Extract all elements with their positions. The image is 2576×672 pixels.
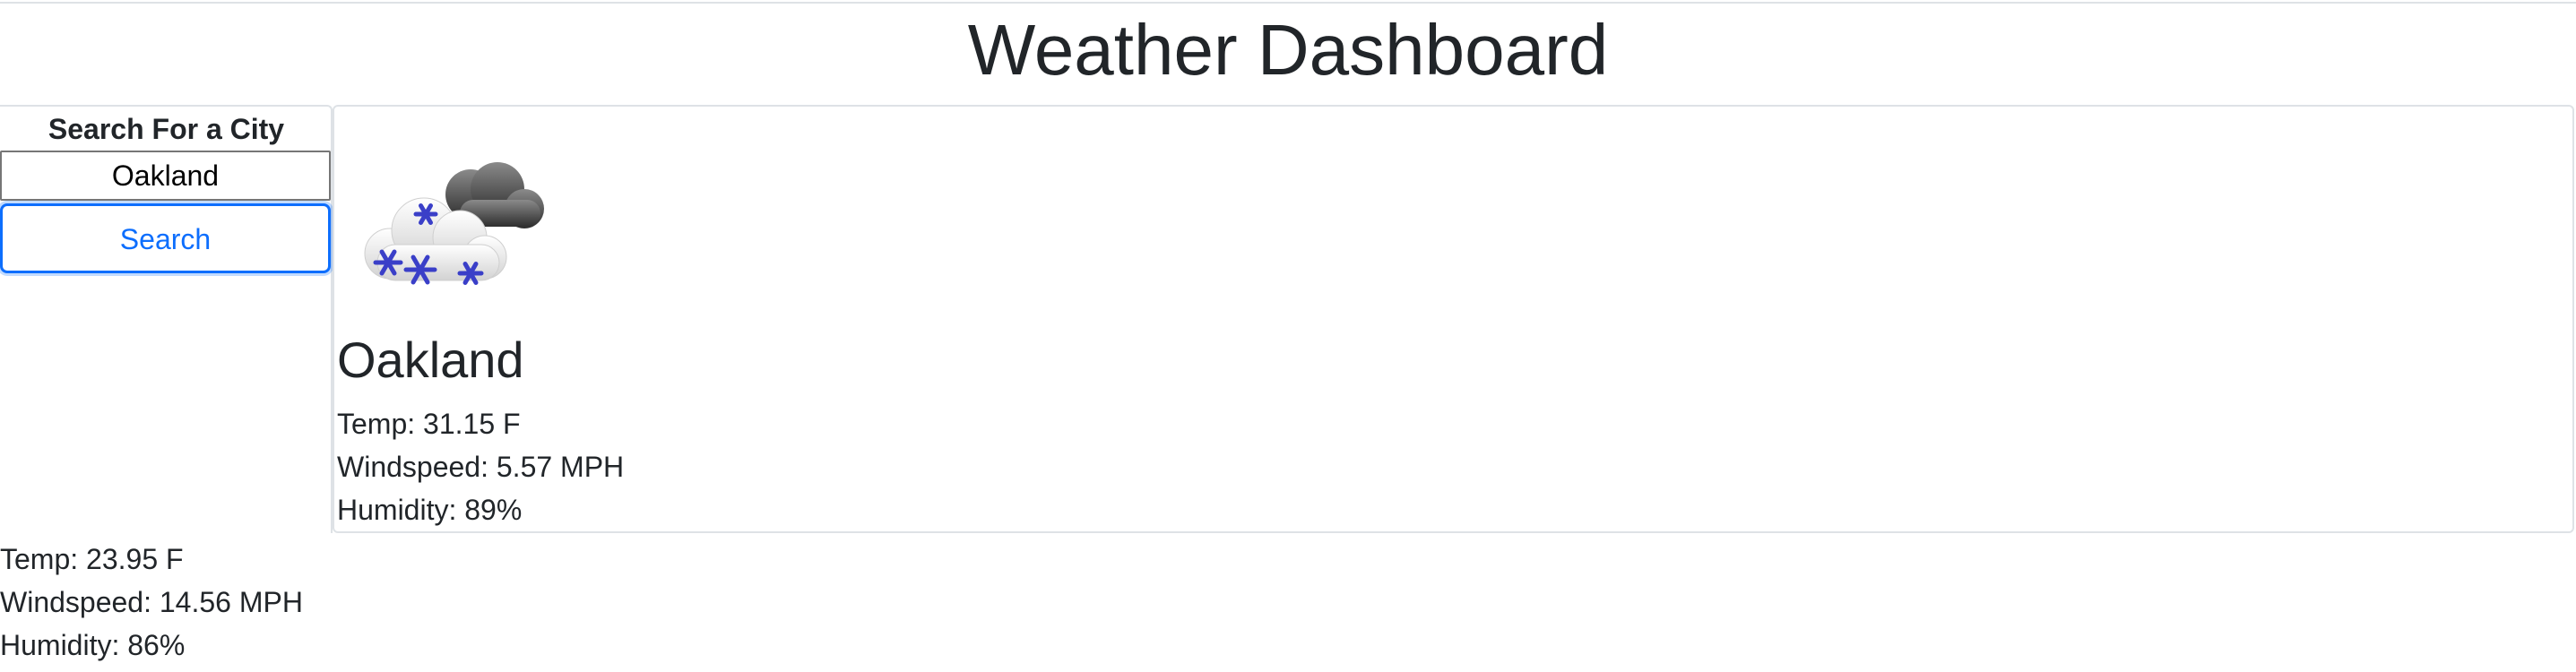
current-weather-card: Oakland Temp: 31.15 F Windspeed: 5.57 MP… [333,105,2574,533]
top-divider [0,2,2576,4]
current-temp: Temp: 31.15 F [337,408,521,440]
current-windspeed: Windspeed: 5.57 MPH [337,451,625,483]
search-panel: Search For a City Search [0,105,333,533]
snow-cloud-icon [364,162,544,285]
search-button[interactable]: Search [0,203,331,273]
page-title: Weather Dashboard [967,10,1609,90]
forecast-humidity: Humidity: 86% [0,629,186,661]
city-search-input[interactable] [0,151,331,201]
forecast-temp: Temp: 23.95 F [0,543,184,575]
search-heading: Search For a City [48,113,285,145]
forecast-windspeed: Windspeed: 14.56 MPH [0,586,303,618]
current-humidity: Humidity: 89% [337,494,523,526]
city-name: Oakland [337,332,524,388]
